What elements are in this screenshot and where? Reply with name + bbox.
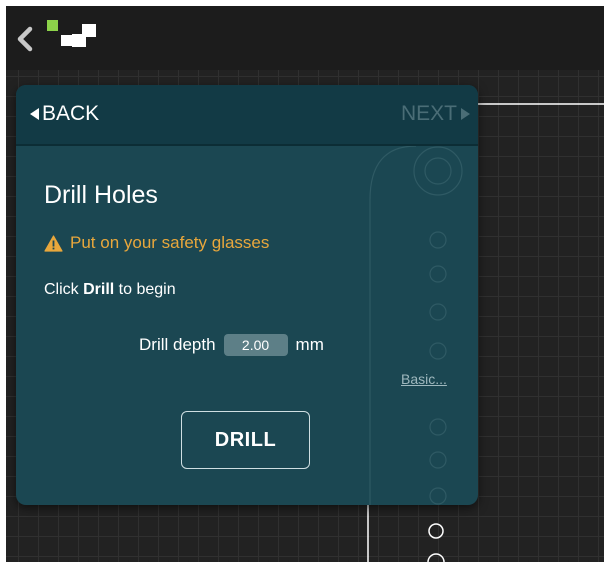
triangle-left-icon (30, 108, 39, 120)
warning-triangle-icon (44, 234, 63, 252)
back-label: BACK (42, 102, 100, 125)
drill-button[interactable]: DRILL (181, 411, 310, 469)
top-bar (6, 6, 604, 70)
warning-text: Put on your safety glasses (70, 233, 270, 252)
instruction-prefix: Click (44, 281, 84, 298)
app-logo-icon (47, 20, 96, 47)
drill-hole-marker (427, 553, 445, 562)
instruction-text: Click Drill to begin (44, 281, 176, 299)
back-button[interactable]: BACK (30, 99, 99, 129)
chevron-left-icon[interactable] (10, 23, 42, 55)
triangle-right-icon (461, 108, 470, 120)
drill-depth-input[interactable] (223, 334, 288, 356)
drill-hole-marker (428, 523, 444, 539)
drill-depth-unit: mm (295, 335, 324, 354)
instruction-suffix: to begin (114, 281, 176, 298)
app-window: BACK NEXT Drill Holes Put on your safety… (6, 6, 604, 562)
instruction-action: Drill (83, 281, 115, 298)
safety-warning: Put on your safety glasses (44, 233, 269, 253)
basic-mode-link[interactable]: Basic... (401, 371, 447, 387)
drill-depth-row: Drill depth mm (139, 334, 324, 356)
drill-step-panel: BACK NEXT Drill Holes Put on your safety… (16, 85, 478, 505)
panel-navigation: BACK NEXT (16, 85, 478, 146)
drill-depth-label: Drill depth (139, 335, 216, 354)
next-label: NEXT (400, 102, 457, 125)
panel-body: Drill Holes Put on your safety glasses C… (16, 146, 478, 505)
page-title: Drill Holes (44, 181, 158, 209)
next-button[interactable]: NEXT (401, 99, 470, 129)
